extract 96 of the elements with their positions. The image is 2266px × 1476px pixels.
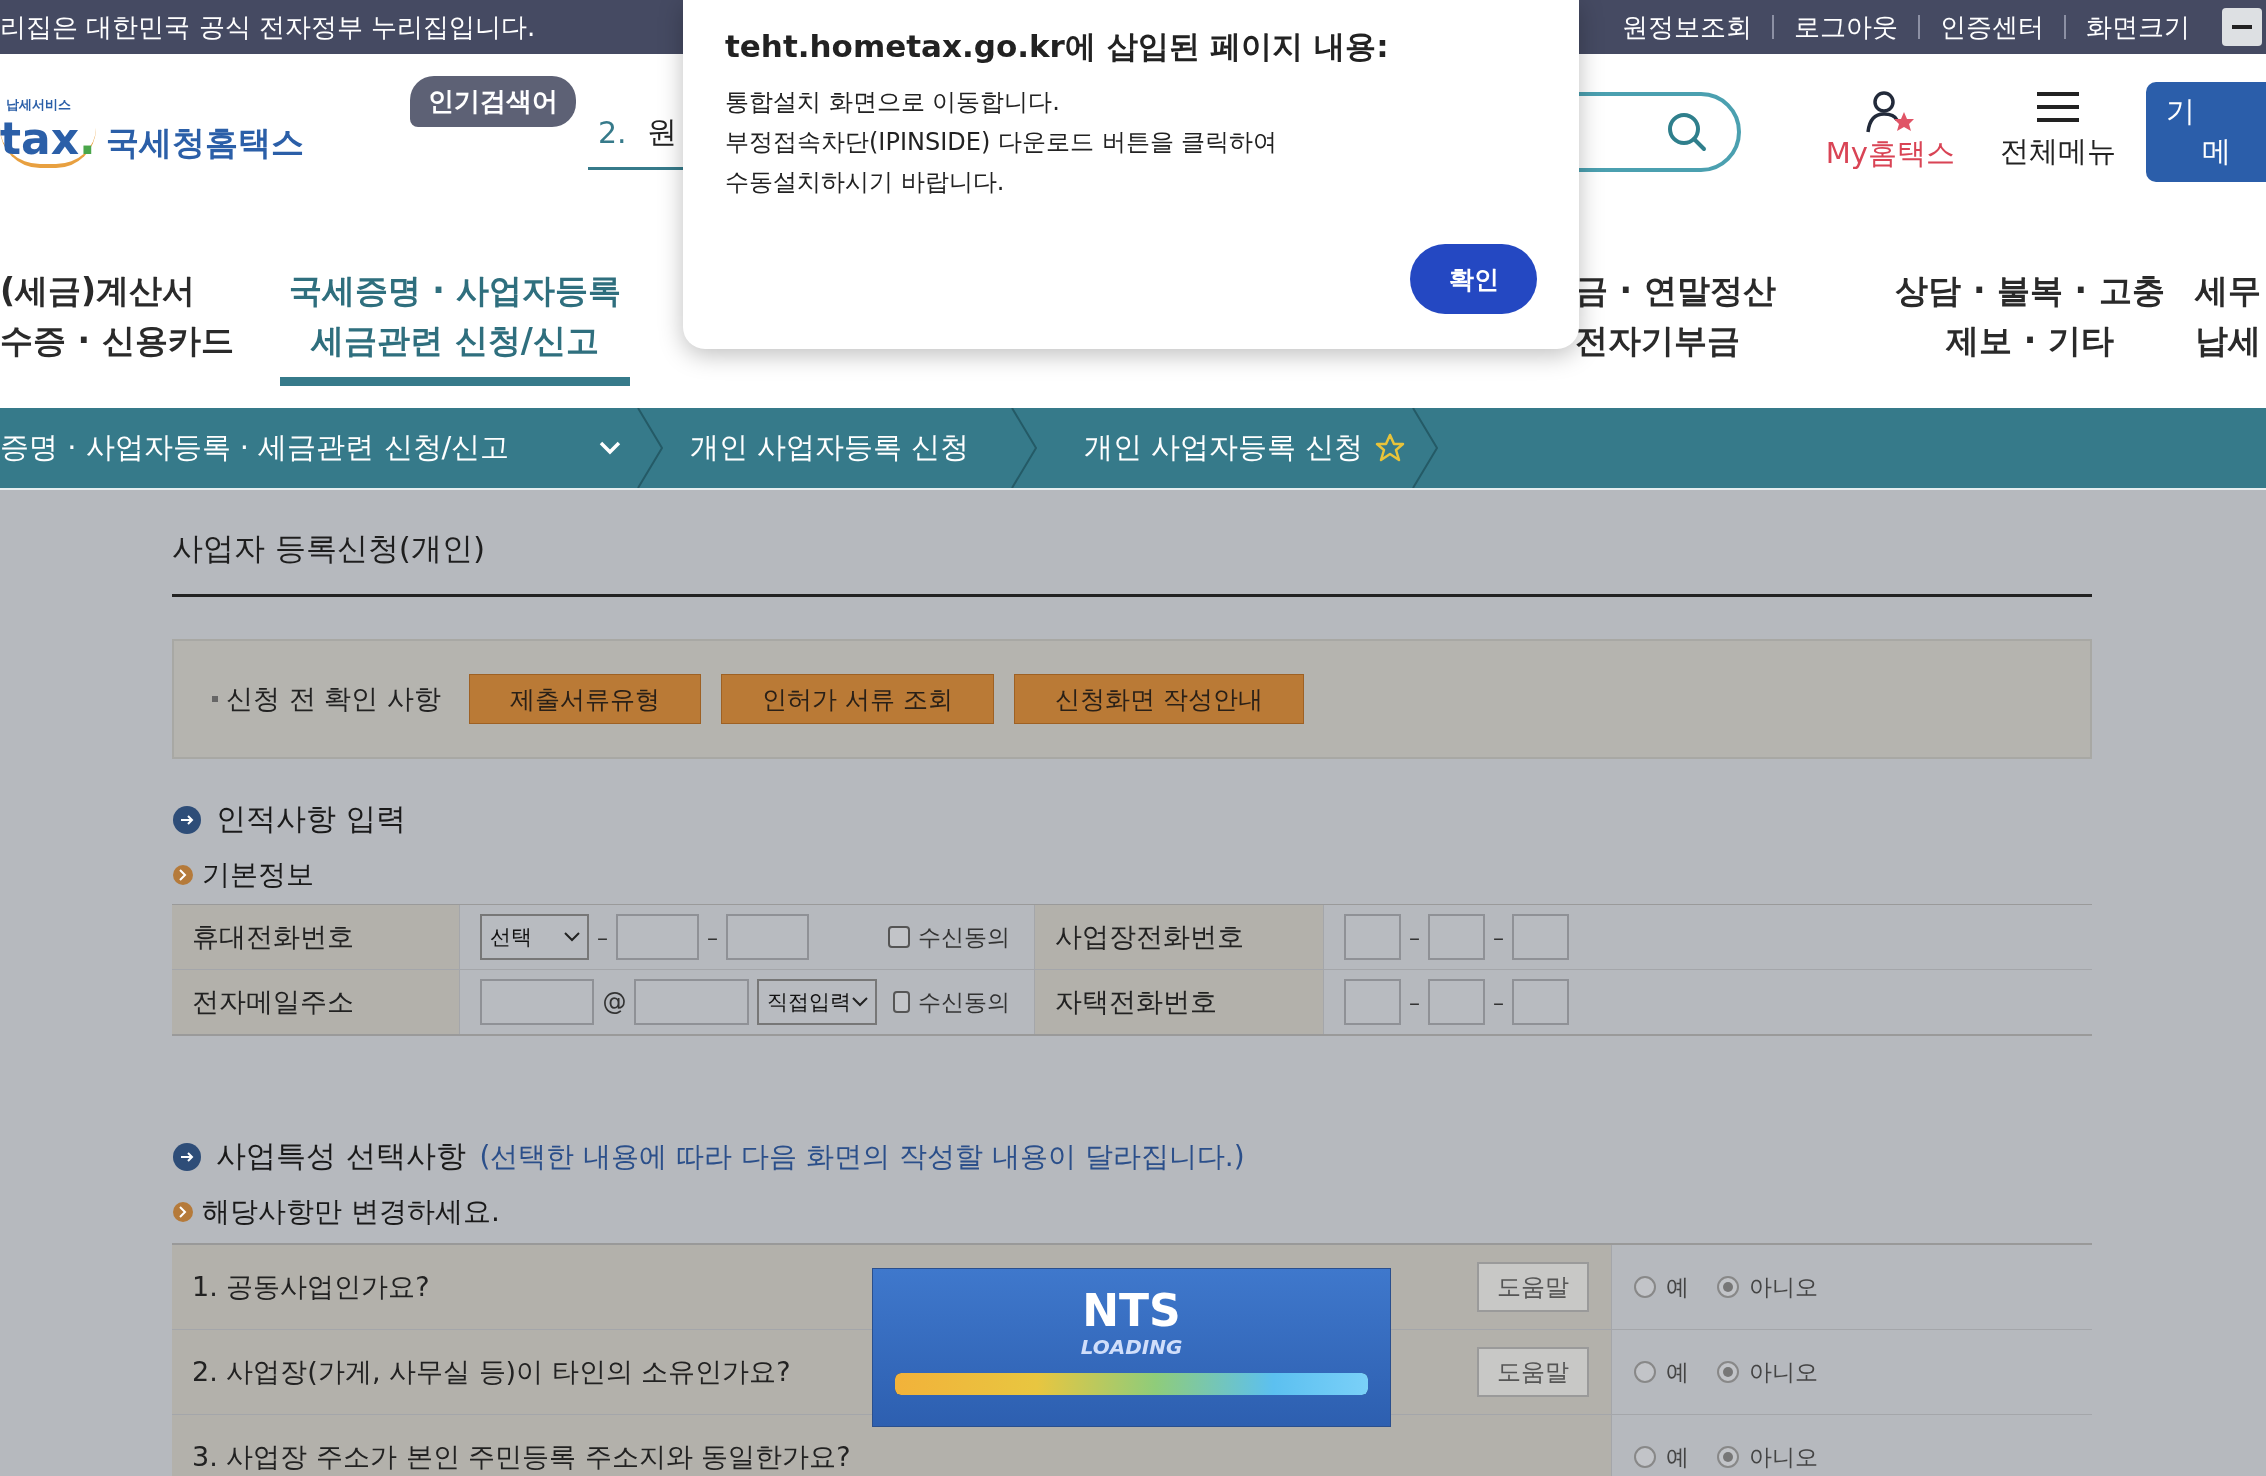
- caret-icon: [850, 996, 869, 1008]
- loading-subtitle: LOADING: [1080, 1335, 1183, 1359]
- nav-menu-item[interactable]: 금 · 연말정산 전자기부금: [1575, 210, 1865, 408]
- chevron-circle-icon: [172, 1201, 194, 1223]
- all-menu-button[interactable]: 전체메뉴: [2000, 92, 2116, 172]
- input-field[interactable]: [1428, 979, 1485, 1025]
- field-label: 자택전화번호: [1035, 970, 1324, 1034]
- dialog-message: 수동설치하시기 바랍니다.: [725, 167, 1006, 198]
- radio-label: 아니오: [1749, 1272, 1818, 1302]
- question-text: 1. 공동사업인가요?: [192, 1270, 430, 1304]
- subsection-title: 기본정보: [202, 857, 314, 893]
- chevron-down-icon[interactable]: [598, 440, 622, 456]
- field-label: 전자메일주소: [172, 970, 460, 1034]
- dash: –: [1493, 989, 1504, 1015]
- top-link[interactable]: 로그아웃: [1772, 15, 1918, 39]
- guide-button[interactable]: 신청화면 작성안내: [1013, 674, 1304, 724]
- nav-menu-item[interactable]: 상담 · 불복 · 고충 제보 · 기타: [1865, 210, 2195, 408]
- input-field[interactable]: [1344, 979, 1401, 1025]
- popular-search-badge: 인기검색어: [410, 76, 576, 127]
- field-label: 사업장전화번호: [1035, 905, 1324, 969]
- nav-menu-item[interactable]: 국세증명 · 사업자등록 세금관련 신청/신고: [280, 210, 630, 386]
- input-field[interactable]: [480, 979, 595, 1025]
- dash: –: [597, 924, 608, 950]
- section-title: 사업특성 선택사항: [216, 1137, 466, 1175]
- dialog-title: teht.hometax.go.kr에 삽입된 페이지 내용:: [725, 27, 1390, 66]
- person-star-icon: [1864, 90, 1917, 134]
- radio-button[interactable]: [1634, 1276, 1656, 1298]
- breadcrumb-item[interactable]: 개인 사업자등록 신청: [1084, 428, 1364, 468]
- input-field[interactable]: [634, 979, 749, 1025]
- radio-label: 아니오: [1749, 1357, 1818, 1387]
- input-field[interactable]: [1512, 979, 1569, 1025]
- dialog-message: 부정접속차단(IPINSIDE) 다운로드 버튼을 클릭하여: [725, 127, 1279, 158]
- guide-button[interactable]: 제출서류유형: [468, 674, 701, 724]
- caret-icon: [563, 931, 581, 943]
- input-field[interactable]: [726, 914, 809, 960]
- gov-notice: 리집은 대한민국 공식 전자정부 누리집입니다.: [0, 10, 536, 44]
- dialog-message: 통합설치 화면으로 이동합니다.: [725, 87, 1061, 118]
- dash: –: [1409, 989, 1420, 1015]
- radio-button[interactable]: [1634, 1361, 1656, 1383]
- chevron-circle-icon: [172, 864, 194, 886]
- star-icon[interactable]: [1375, 433, 1406, 463]
- radio-label: 예: [1666, 1357, 1689, 1387]
- help-button[interactable]: 도움말: [1477, 1262, 1589, 1312]
- radio-button[interactable]: [1717, 1276, 1739, 1298]
- checkbox-label: 수신동의: [918, 922, 1010, 952]
- subsection-title: 해당사항만 변경하세요.: [202, 1194, 500, 1230]
- menu-icon: [2037, 92, 2079, 122]
- arrow-circle-icon: [172, 804, 202, 835]
- section-note: (선택한 내용에 따라 다음 화면의 작성할 내용이 달라집니다.): [479, 1138, 1245, 1175]
- dash: –: [707, 924, 718, 950]
- radio-button[interactable]: [1717, 1446, 1739, 1468]
- popular-rank: 2.: [598, 115, 627, 150]
- loading-title: NTS: [1082, 1287, 1181, 1335]
- logo-tagline: 납세서비스: [6, 96, 72, 114]
- radio-label: 예: [1666, 1272, 1689, 1302]
- breadcrumb-separator-icon: [636, 408, 666, 488]
- top-link[interactable]: 원정보조회: [1602, 15, 1772, 39]
- checkbox[interactable]: [892, 991, 910, 1013]
- guide-button[interactable]: 인허가 서류 조회: [720, 674, 994, 724]
- input-field[interactable]: [1344, 914, 1401, 960]
- breadcrumb-item[interactable]: 개인 사업자등록 신청: [690, 428, 1004, 468]
- breadcrumb-item[interactable]: 증명 · 사업자등록 · 세금관련 신청/신고: [0, 428, 599, 468]
- page-title: 사업자 등록신청(개인): [172, 490, 2092, 597]
- input-field[interactable]: [1512, 914, 1569, 960]
- radio-label: 예: [1666, 1442, 1689, 1472]
- logo-name[interactable]: 국세청홈택스: [105, 121, 304, 166]
- question-text: 3. 사업장 주소가 본인 주민등록 주소지와 동일한가요?: [192, 1440, 851, 1474]
- bullet-icon: [212, 696, 218, 702]
- my-hometax-link[interactable]: My홈택스: [1825, 90, 1955, 174]
- question-text: 2. 사업장(가게, 사무실 등)이 타인의 소유인가요?: [192, 1355, 791, 1389]
- select-field[interactable]: 선택: [480, 914, 589, 960]
- nav-menu-item[interactable]: (세금)계산서 수증 · 신용카드: [0, 210, 250, 408]
- zoom-out-button[interactable]: [2222, 8, 2262, 46]
- top-link[interactable]: 인증센터: [1918, 15, 2064, 39]
- section-title: 인적사항 입력: [216, 800, 406, 838]
- arrow-circle-icon: [172, 1141, 202, 1172]
- at-sign: @: [602, 988, 627, 1016]
- popular-term[interactable]: 원: [646, 112, 677, 153]
- field-label: 휴대전화번호: [172, 905, 460, 969]
- ok-button[interactable]: 확인: [1410, 244, 1537, 314]
- input-field[interactable]: [616, 914, 699, 960]
- radio-label: 아니오: [1749, 1442, 1818, 1472]
- input-field[interactable]: [1428, 914, 1485, 960]
- dash: –: [1493, 924, 1504, 950]
- breadcrumb-separator-icon: [1010, 408, 1040, 488]
- checkbox-label: 수신동의: [918, 987, 1010, 1017]
- precheck-label: 신청 전 확인 사항: [226, 682, 441, 716]
- select-field[interactable]: 직접입력: [756, 979, 877, 1025]
- top-link[interactable]: 화면크기: [2064, 15, 2210, 39]
- dash: –: [1409, 924, 1420, 950]
- nav-menu-item[interactable]: 세무 납세: [2195, 210, 2266, 408]
- radio-button[interactable]: [1634, 1446, 1656, 1468]
- radio-button[interactable]: [1717, 1361, 1739, 1383]
- side-menu-button[interactable]: 기 메: [2146, 82, 2266, 182]
- checkbox[interactable]: [888, 926, 910, 948]
- help-button[interactable]: 도움말: [1477, 1347, 1589, 1397]
